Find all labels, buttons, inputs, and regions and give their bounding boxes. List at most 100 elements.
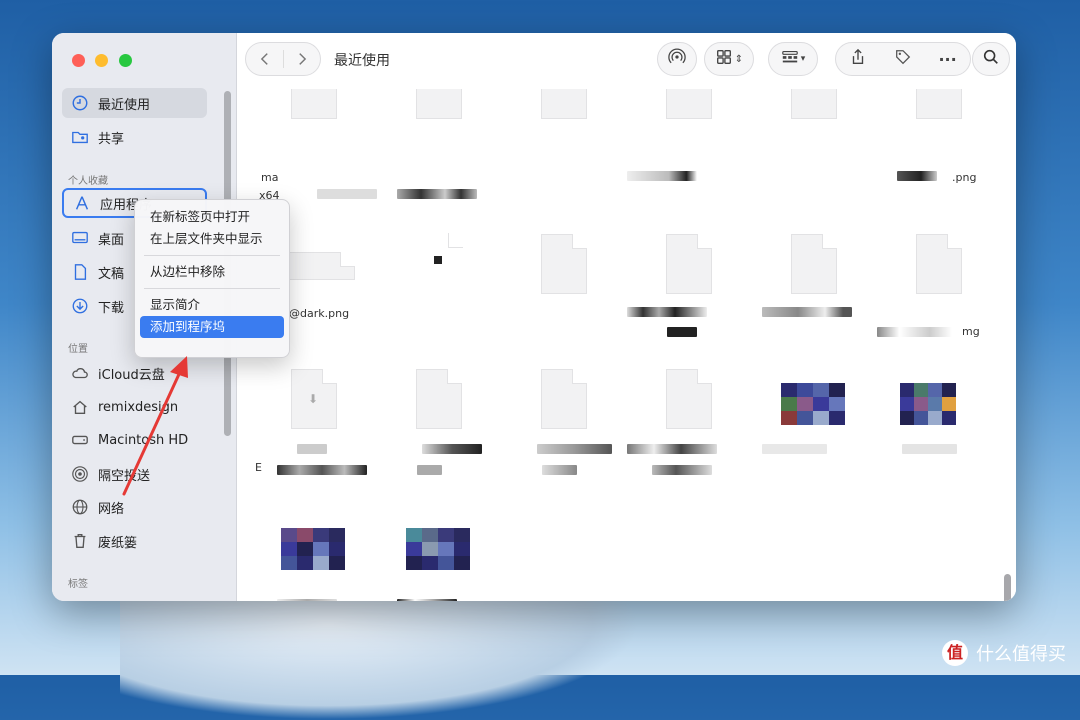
pixelated-text — [417, 465, 442, 475]
sidebar-item-label: Macintosh HD — [98, 432, 189, 448]
trash-icon — [70, 531, 90, 551]
sidebar-item-label: 废纸篓 — [98, 535, 138, 551]
image-thumbnail — [406, 528, 470, 570]
content-scrollbar[interactable] — [1004, 574, 1011, 601]
sidebar-item-recents[interactable]: 最近使用 — [62, 88, 207, 118]
file-name: mg — [962, 325, 980, 338]
download-arrow-icon: ⬇ — [308, 392, 319, 406]
file-item[interactable] — [259, 89, 369, 179]
image-thumbnail — [281, 528, 345, 570]
sidebar-item-label: 文稿 — [98, 266, 125, 282]
file-icon — [666, 369, 712, 429]
sidebar-item-airdrop[interactable]: 隔空投送 — [62, 459, 207, 489]
pixelated-text — [537, 444, 612, 454]
back-icon[interactable] — [247, 50, 283, 68]
pixelated-text — [277, 465, 367, 475]
sidebar-item-label: iCloud云盘 — [98, 367, 165, 383]
file-item[interactable] — [634, 89, 744, 179]
pixelated-text — [397, 599, 457, 601]
file-name: .png — [952, 171, 977, 184]
image-thumbnail — [781, 383, 845, 425]
view-mode-button[interactable]: ⇕ — [704, 42, 754, 76]
group-icon — [781, 48, 799, 70]
minimize-window-button[interactable] — [95, 54, 108, 67]
pixelated-text — [317, 189, 377, 199]
pixelated-text — [297, 444, 327, 454]
grid-view-icon — [715, 48, 733, 70]
file-item[interactable] — [884, 89, 994, 179]
menu-separator — [144, 255, 280, 256]
disk-icon — [70, 430, 90, 450]
search-button[interactable] — [972, 42, 1010, 76]
sidebar-item-icloud[interactable]: iCloud云盘 — [62, 358, 207, 388]
menu-item-open-new-tab[interactable]: 在新标签页中打开 — [140, 206, 284, 228]
window-title: 最近使用 — [334, 53, 390, 69]
menu-item-show-enclosing-folder[interactable]: 在上层文件夹中显示 — [140, 228, 284, 250]
pixelated-text — [542, 465, 577, 475]
watermark: 值 什么值得买 — [942, 640, 1066, 666]
file-item[interactable] — [759, 89, 869, 179]
airdrop-icon — [668, 48, 686, 70]
pixelated-text — [652, 465, 712, 475]
file-icon — [416, 89, 462, 119]
file-item[interactable] — [384, 89, 494, 179]
share-icon[interactable] — [849, 48, 867, 70]
airdrop-toolbar-button[interactable] — [657, 42, 697, 76]
file-icon — [541, 89, 587, 119]
file-icon — [541, 369, 587, 429]
file-icon: ⬇ — [291, 369, 337, 429]
pixelated-text — [627, 307, 707, 317]
pixelated-text — [667, 327, 697, 337]
file-icon — [666, 89, 712, 119]
file-icon — [791, 89, 837, 119]
chevron-down-icon: ▾ — [800, 54, 806, 64]
more-icon[interactable]: ··· — [938, 50, 956, 69]
file-icon — [416, 369, 462, 429]
cloud-icon — [70, 363, 90, 383]
sidebar-item-shared[interactable]: 共享 — [62, 122, 207, 152]
context-menu: 在新标签页中打开 在上层文件夹中显示 从边栏中移除 显示简介 添加到程序坞 — [134, 199, 290, 358]
sidebar-item-network[interactable]: 网络 — [62, 492, 207, 522]
tag-icon[interactable] — [894, 48, 912, 70]
image-file-item[interactable] — [759, 369, 869, 489]
group-by-button[interactable]: ▾ — [768, 42, 818, 76]
toolbar: 最近使用 ⇕ ▾ ··· — [237, 33, 1016, 89]
file-grid: ma x64 .png @dark.png mg ⬇ E — [237, 89, 1016, 601]
pixelated-text — [762, 307, 852, 317]
menu-item-add-to-dock[interactable]: 添加到程序坞 — [140, 316, 284, 338]
forward-icon[interactable] — [284, 50, 320, 68]
wallpaper-dune — [120, 600, 640, 720]
pixelated-text — [877, 327, 952, 337]
menu-item-remove-from-sidebar[interactable]: 从边栏中移除 — [140, 261, 284, 283]
sidebar-item-label: 最近使用 — [98, 97, 151, 113]
zoom-window-button[interactable] — [119, 54, 132, 67]
pixelated-text — [422, 444, 482, 454]
file-item[interactable] — [759, 234, 869, 354]
sidebar-item-trash[interactable]: 废纸篓 — [62, 526, 207, 556]
pixelated-text — [627, 171, 697, 181]
file-icon — [416, 233, 463, 294]
document-icon — [70, 262, 90, 282]
file-name: ma — [261, 171, 279, 184]
image-file-item[interactable] — [384, 514, 494, 601]
pixelated-text — [762, 444, 827, 454]
sidebar-item-home[interactable]: remixdesign — [62, 392, 207, 422]
file-name: @dark.png — [289, 307, 350, 320]
sidebar-item-label: 网络 — [98, 501, 125, 517]
file-icon — [791, 234, 837, 294]
menu-item-get-info[interactable]: 显示简介 — [140, 294, 284, 316]
pixelated-text — [897, 171, 937, 181]
watermark-text: 什么值得买 — [976, 644, 1066, 665]
close-window-button[interactable] — [72, 54, 85, 67]
pixelated-text — [627, 444, 717, 454]
file-item[interactable] — [384, 233, 494, 354]
image-file-item[interactable] — [259, 514, 369, 601]
image-file-item[interactable] — [884, 369, 994, 489]
file-item[interactable] — [509, 234, 619, 354]
sidebar-item-macintosh-hd[interactable]: Macintosh HD — [62, 425, 207, 455]
shared-folder-icon — [70, 127, 90, 147]
sidebar-item-label: 下载 — [98, 300, 125, 316]
search-icon — [982, 48, 1000, 70]
file-item[interactable] — [509, 89, 619, 179]
sidebar-item-label: remixdesign — [98, 399, 179, 415]
